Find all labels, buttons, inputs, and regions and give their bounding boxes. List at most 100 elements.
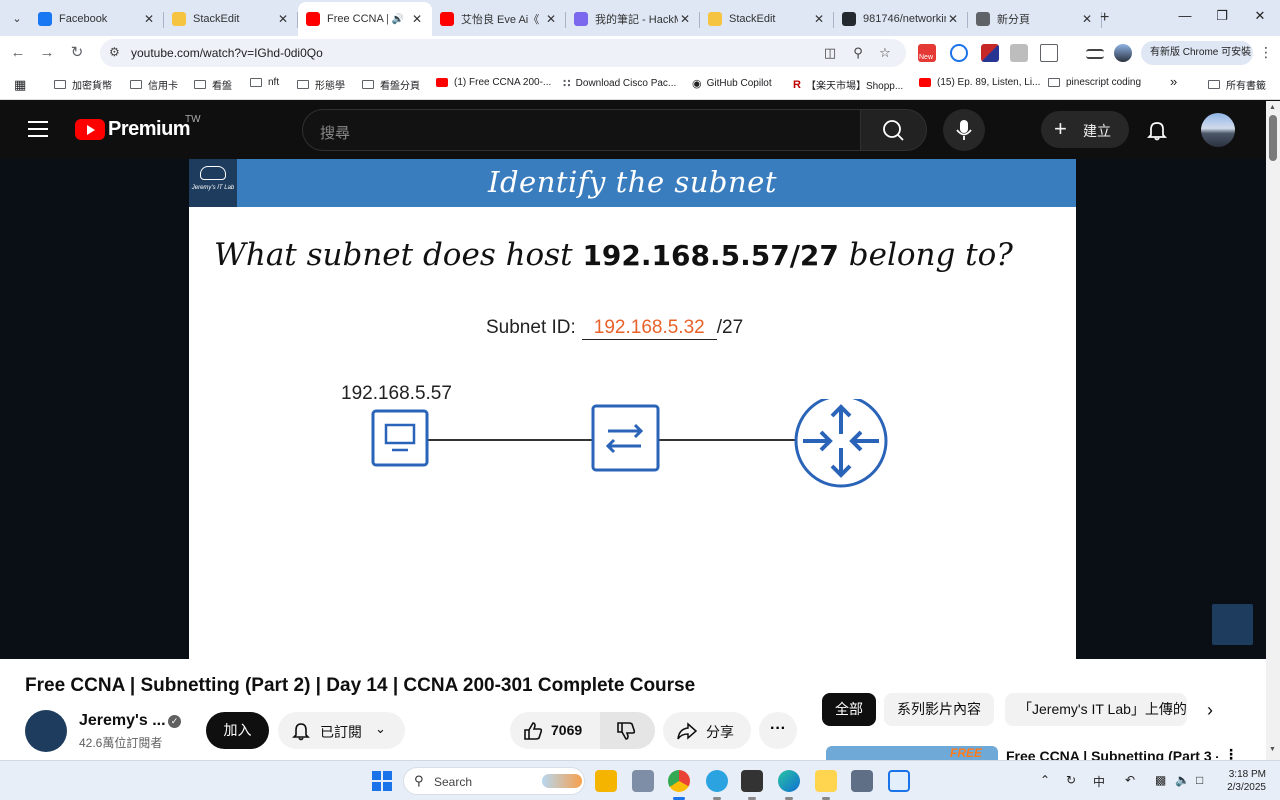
- like-count[interactable]: 7069: [551, 722, 582, 738]
- browser-tab[interactable]: Facebook ✕: [30, 2, 164, 36]
- volume-icon[interactable]: 🔈: [1175, 773, 1190, 787]
- channel-watermark-icon[interactable]: [1212, 604, 1253, 645]
- zoom-icon[interactable]: ⚲: [849, 45, 867, 61]
- bookmark-item[interactable]: ◉ GitHub Copilot: [692, 77, 772, 90]
- chip-uploads[interactable]: 「Jeremy's IT Lab」上傳的: [1005, 693, 1187, 726]
- bookmark-item[interactable]: 信用卡: [130, 77, 178, 92]
- extension-gray-icon[interactable]: [1010, 44, 1028, 62]
- tab-close-icon[interactable]: ✕: [946, 12, 960, 26]
- media-controls-icon[interactable]: [1086, 49, 1104, 59]
- minimize-icon[interactable]: —: [1175, 8, 1195, 23]
- like-thumb-icon[interactable]: [522, 720, 544, 742]
- new-tab-plus-icon[interactable]: +: [1100, 9, 1109, 27]
- page-scrollbar[interactable]: ▲ ▼: [1266, 101, 1280, 760]
- create-button[interactable]: + 建立: [1041, 111, 1129, 148]
- address-bar[interactable]: ⚙ youtube.com/watch?v=IGhd-0di0Qo ◫ ⚲ ☆: [100, 39, 906, 67]
- bookmark-item[interactable]: 加密貨幣: [54, 77, 112, 92]
- video-player[interactable]: Identify the subnet Jeremy's IT Lab What…: [0, 159, 1266, 659]
- chip-series[interactable]: 系列影片內容: [884, 693, 994, 726]
- taskbar-search-box[interactable]: ⚲ Search: [403, 767, 585, 795]
- browser-tab[interactable]: StackEdit ✕: [700, 2, 834, 36]
- tab-close-icon[interactable]: ✕: [812, 12, 826, 26]
- tray-chevron-up-icon[interactable]: ⌃: [1040, 773, 1050, 787]
- back-arrow-icon[interactable]: ←: [8, 43, 28, 63]
- install-app-icon[interactable]: ◫: [821, 45, 839, 61]
- youtube-premium-logo[interactable]: Premium: [108, 118, 191, 141]
- scrollbar-thumb[interactable]: [1269, 115, 1277, 161]
- extensions-puzzle-icon[interactable]: [1040, 44, 1058, 62]
- bookmark-item[interactable]: 形態學: [297, 77, 345, 92]
- site-info-icon[interactable]: ⚙: [109, 45, 120, 59]
- tab-close-icon[interactable]: ✕: [678, 12, 692, 26]
- subscribed-button[interactable]: 已訂閱 ⌄: [278, 712, 405, 749]
- sticky-notes-icon[interactable]: [815, 770, 837, 800]
- network-icon[interactable]: ▩: [1155, 773, 1166, 787]
- tab-close-icon[interactable]: ✕: [544, 12, 558, 26]
- more-actions-icon[interactable]: ···: [759, 712, 797, 749]
- sync-icon[interactable]: ↻: [1066, 773, 1076, 787]
- profile-avatar-icon[interactable]: [1114, 44, 1132, 62]
- calculator-icon[interactable]: [851, 770, 873, 792]
- scroll-down-icon[interactable]: ▼: [1269, 746, 1276, 753]
- extension-circle-icon[interactable]: [950, 44, 968, 62]
- voice-search-button[interactable]: [943, 109, 985, 151]
- chevron-right-icon[interactable]: ›: [1207, 700, 1213, 721]
- account-avatar[interactable]: [1201, 113, 1235, 147]
- browser-tab[interactable]: 艾怡良 Eve Ai《 ✕: [432, 2, 566, 36]
- edge-icon[interactable]: [778, 770, 800, 800]
- bookmark-item[interactable]: nft: [250, 77, 279, 88]
- forward-arrow-icon[interactable]: →: [37, 43, 57, 63]
- undo-icon[interactable]: ↶: [1125, 773, 1135, 787]
- bookmark-item[interactable]: 看盤分頁: [362, 77, 420, 92]
- share-button[interactable]: 分享: [663, 712, 751, 749]
- windows-start-icon[interactable]: [372, 771, 392, 791]
- chrome-menu-icon[interactable]: ⋮: [1259, 44, 1273, 61]
- search-input[interactable]: 搜尋: [302, 109, 861, 151]
- notepad-icon[interactable]: [888, 770, 910, 792]
- all-bookmarks-folder[interactable]: 所有書籤: [1208, 77, 1266, 92]
- youtube-logo-icon[interactable]: [75, 119, 105, 140]
- browser-tab[interactable]: Free CCNA | 🔊 ✕: [298, 2, 432, 36]
- scroll-up-icon[interactable]: ▲: [1269, 104, 1276, 111]
- bookmark-item[interactable]: ∷ Download Cisco Pac...: [563, 77, 676, 90]
- ime-indicator[interactable]: 中: [1093, 773, 1105, 790]
- tab-close-icon[interactable]: ✕: [142, 12, 156, 26]
- apps-grid-icon[interactable]: ▦: [14, 77, 26, 93]
- bookmark-item[interactable]: 看盤: [194, 77, 232, 92]
- tab-close-icon[interactable]: ✕: [276, 12, 290, 26]
- chrome-taskbar-icon[interactable]: [668, 770, 690, 800]
- browser-tab[interactable]: StackEdit ✕: [164, 2, 298, 36]
- join-button[interactable]: 加入: [206, 712, 269, 749]
- restore-icon[interactable]: ❐: [1212, 8, 1232, 24]
- reload-icon[interactable]: ↻: [67, 43, 87, 63]
- window-close-icon[interactable]: ✕: [1250, 8, 1270, 24]
- taskbar-clock[interactable]: 3:18 PM 2/3/2025: [1222, 768, 1266, 794]
- bookmark-item[interactable]: pinescript coding: [1048, 77, 1141, 88]
- dislike-button[interactable]: [600, 712, 655, 749]
- chip-all[interactable]: 全部: [822, 693, 876, 726]
- bookmark-item[interactable]: (15) Ep. 89, Listen, Li...: [919, 77, 1040, 88]
- file-explorer-icon[interactable]: [595, 770, 617, 792]
- extension-flag-icon[interactable]: [981, 44, 999, 62]
- url-text[interactable]: youtube.com/watch?v=IGhd-0di0Qo: [131, 46, 323, 60]
- search-button[interactable]: [860, 109, 927, 151]
- recommended-thumbnail[interactable]: FREE: [826, 746, 998, 760]
- terminal-icon[interactable]: [741, 770, 763, 800]
- chrome-update-button[interactable]: 有新版 Chrome 可安裝: [1141, 41, 1253, 65]
- bookmark-item[interactable]: (1) Free CCNA 200-...: [436, 77, 551, 88]
- bookmark-star-icon[interactable]: ☆: [876, 45, 894, 61]
- channel-avatar[interactable]: [25, 710, 67, 752]
- hamburger-menu-icon[interactable]: [28, 121, 48, 142]
- tab-audio-icon[interactable]: 🔊: [392, 14, 404, 25]
- battery-icon[interactable]: □: [1196, 773, 1203, 787]
- bookmark-item[interactable]: R 【楽天市場】Shopp...: [793, 77, 903, 93]
- tab-close-icon[interactable]: ✕: [1080, 12, 1094, 26]
- browser-tab[interactable]: 我的筆記 - HackM ✕: [566, 2, 700, 36]
- notifications-bell-icon[interactable]: [1146, 119, 1168, 141]
- tab-close-icon[interactable]: ✕: [410, 12, 424, 26]
- telegram-icon[interactable]: [706, 770, 728, 800]
- channel-name[interactable]: Jeremy's ...: [79, 712, 166, 730]
- tab-search-chevron-icon[interactable]: ⌄: [6, 7, 28, 29]
- extension-new-icon[interactable]: New: [918, 44, 936, 62]
- browser-tab[interactable]: 981746/networkin ✕: [834, 2, 968, 36]
